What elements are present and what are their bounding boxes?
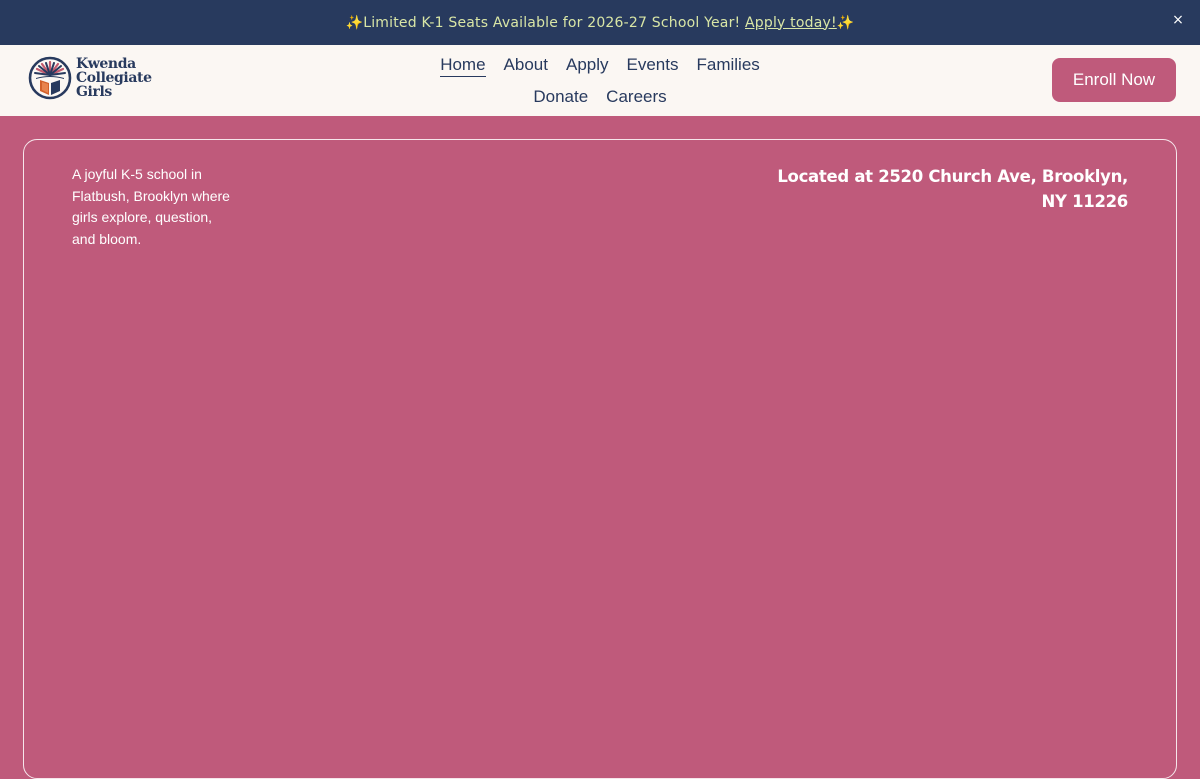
logo-wordmark: Kwenda Collegiate Girls (76, 57, 152, 99)
nav-careers[interactable]: Careers (606, 85, 666, 108)
hero-card: A joyful K-5 school in Flatbush, Brookly… (23, 139, 1177, 779)
nav-apply[interactable]: Apply (566, 53, 609, 77)
nav-events[interactable]: Events (627, 53, 679, 77)
logo[interactable]: Kwenda Collegiate Girls (28, 56, 152, 100)
announcement-message: Limited K-1 Seats Available for 2026-27 … (363, 14, 745, 31)
enroll-now-button[interactable]: Enroll Now (1052, 58, 1176, 102)
sparkle-icon: ✨ (836, 14, 855, 31)
address-line: NY 11226 (1041, 192, 1128, 211)
nav-families[interactable]: Families (697, 53, 760, 77)
hero-tagline: A joyful K-5 school in Flatbush, Brookly… (72, 166, 230, 247)
nav-donate[interactable]: Donate (533, 85, 588, 108)
apply-today-link[interactable]: Apply today! (745, 15, 837, 31)
main-nav: Home About Apply Events Families Donate … (420, 53, 780, 108)
logo-line: Girls (76, 84, 112, 100)
announcement-text: ✨Limited K-1 Seats Available for 2026-27… (346, 15, 855, 31)
site-header: Kwenda Collegiate Girls Home About Apply… (0, 45, 1200, 116)
logo-line: Kwenda (76, 56, 136, 72)
sparkle-icon: ✨ (345, 14, 364, 31)
logo-mark-icon (28, 56, 72, 100)
announcement-bar: ✨Limited K-1 Seats Available for 2026-27… (0, 0, 1200, 45)
address-line: Located at 2520 Church Ave, Brooklyn, (777, 167, 1128, 186)
close-icon[interactable]: × (1170, 12, 1186, 28)
logo-line: Collegiate (76, 70, 152, 86)
hero-address: Located at 2520 Church Ave, Brooklyn, NY… (768, 164, 1128, 214)
nav-about[interactable]: About (504, 53, 548, 77)
nav-home[interactable]: Home (440, 53, 486, 77)
